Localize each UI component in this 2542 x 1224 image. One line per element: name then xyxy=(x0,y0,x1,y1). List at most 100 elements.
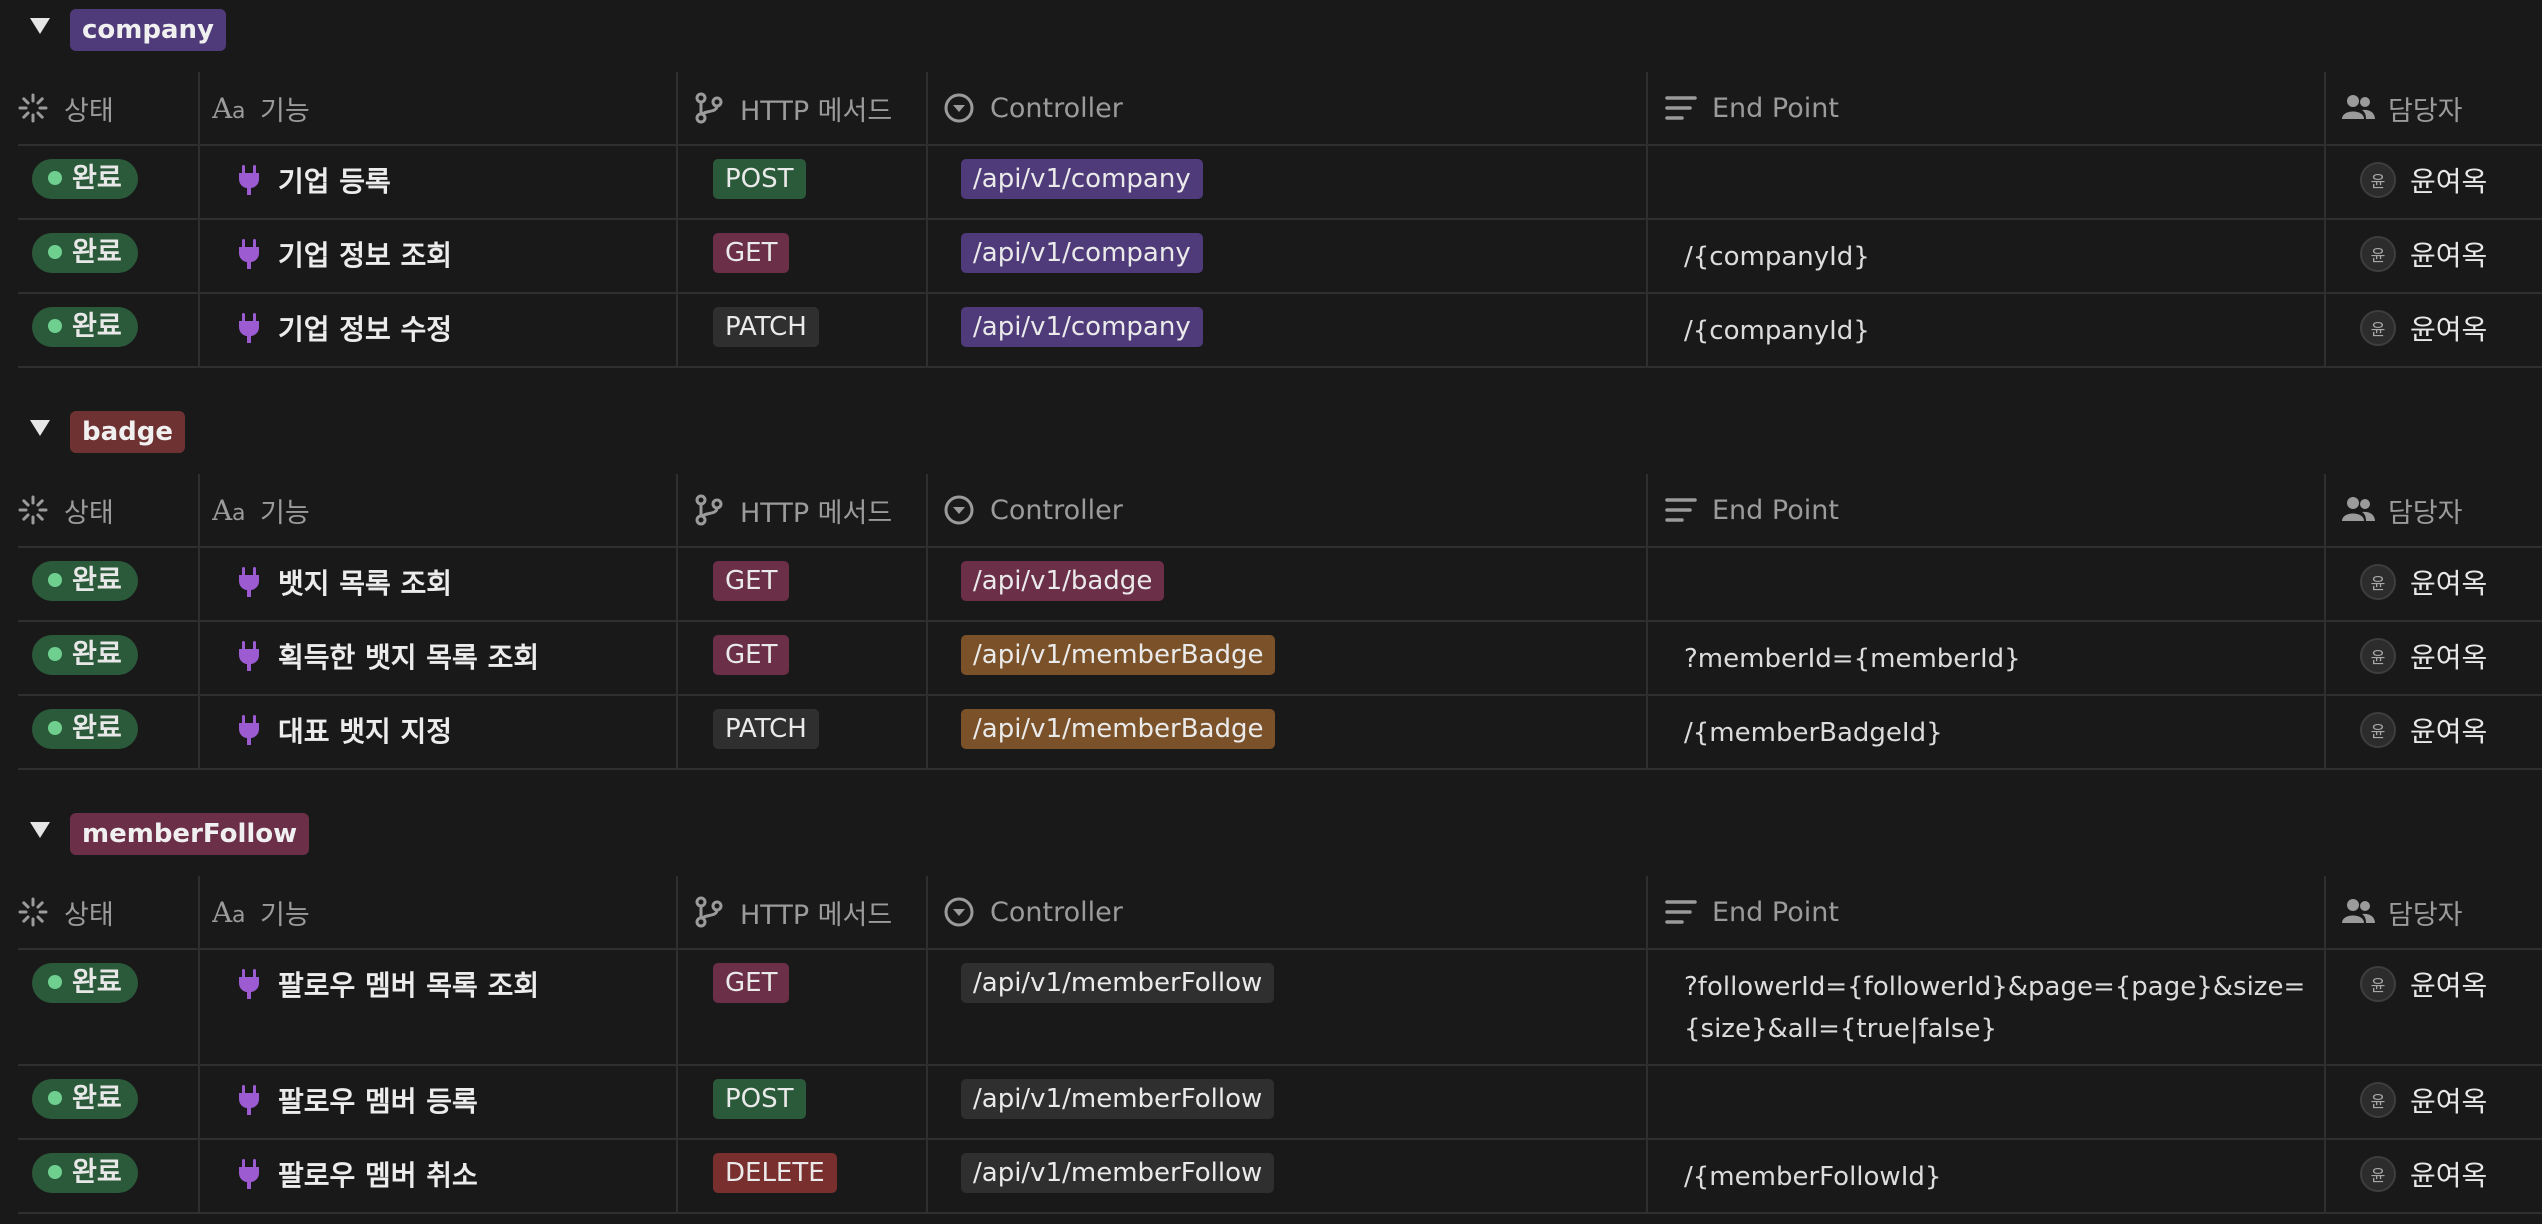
group-tag[interactable]: memberFollow xyxy=(70,813,310,855)
assignee-cell[interactable]: 윤 윤여옥 xyxy=(2360,948,2487,1020)
feature-cell[interactable]: 기업 정보 수정 xyxy=(236,292,452,364)
loading-spinner-icon xyxy=(16,493,50,527)
assignee-cell[interactable]: 윤 윤여옥 xyxy=(2360,1064,2487,1136)
table-row[interactable]: 완료 팔로우 멤버 목록 조회 GET/api/v1/memberFollow ?fo… xyxy=(18,948,2542,1066)
feature-cell[interactable]: 기업 등록 xyxy=(236,144,391,216)
feature-cell[interactable]: 기업 정보 조회 xyxy=(236,218,452,290)
status-badge[interactable]: 완료 xyxy=(32,307,138,347)
table-row[interactable]: 완료 팔로우 멤버 취소 DELETE/api/v1/memberFollow /{m… xyxy=(18,1138,2542,1214)
column-header-feature[interactable]: Aa 기능 xyxy=(211,72,310,144)
column-header-assignee[interactable]: 담당자 xyxy=(2340,474,2463,546)
http-method-tag[interactable]: GET xyxy=(713,561,790,601)
column-header-assignee[interactable]: 담당자 xyxy=(2340,72,2463,144)
table-row[interactable]: 완료 팔로우 멤버 등록 POST/api/v1/memberFollow 윤 윤여옥 xyxy=(18,1064,2542,1140)
column-header-controller[interactable]: Controller xyxy=(942,876,1123,948)
text-aa-icon: Aa xyxy=(211,91,246,125)
endpoint-text[interactable]: /{memberBadgeId} xyxy=(1684,712,2324,754)
table-row[interactable]: 완료 기업 정보 조회 GET/api/v1/company /{companyId}… xyxy=(18,218,2542,294)
controller-tag[interactable]: /api/v1/memberBadge xyxy=(961,635,1276,675)
assignee-cell[interactable]: 윤 윤여옥 xyxy=(2360,1138,2487,1210)
column-header-status[interactable]: 상태 xyxy=(16,876,114,948)
feature-title: 기업 정보 조회 xyxy=(278,239,453,272)
toggle-triangle-icon[interactable] xyxy=(30,420,50,436)
endpoint-text[interactable]: ?memberId={memberId} xyxy=(1684,638,2324,680)
column-header-status[interactable]: 상태 xyxy=(16,72,114,144)
column-header-endpoint[interactable]: End Point xyxy=(1664,72,1839,144)
assignee-name: 윤여옥 xyxy=(2410,715,2488,748)
column-header-feature[interactable]: Aa 기능 xyxy=(211,876,310,948)
controller-tag[interactable]: /api/v1/memberFollow xyxy=(961,963,1275,1003)
column-header-method[interactable]: HTTP 메서드 xyxy=(692,876,892,948)
table-row[interactable]: 완료 기업 등록 POST/api/v1/company 윤 윤여옥 xyxy=(18,144,2542,220)
status-badge[interactable]: 완료 xyxy=(32,561,138,601)
column-header-method[interactable]: HTTP 메서드 xyxy=(692,72,892,144)
status-badge[interactable]: 완료 xyxy=(32,709,138,749)
column-header-label: Controller xyxy=(990,92,1123,124)
status-badge[interactable]: 완료 xyxy=(32,233,138,273)
http-method-tag[interactable]: POST xyxy=(713,1079,806,1119)
controller-tag[interactable]: /api/v1/company xyxy=(961,233,1203,273)
column-divider xyxy=(198,546,200,620)
table-row[interactable]: 완료 획득한 뱃지 목록 조회 GET/api/v1/memberBadge ?mem… xyxy=(18,620,2542,696)
http-method-tag[interactable]: GET xyxy=(713,963,790,1003)
endpoint-text[interactable]: /{companyId} xyxy=(1684,310,2324,352)
endpoint-text[interactable]: /{memberFollowId} xyxy=(1684,1156,2324,1198)
column-header-controller[interactable]: Controller xyxy=(942,474,1123,546)
status-badge[interactable]: 완료 xyxy=(32,635,138,675)
assignee-cell[interactable]: 윤 윤여옥 xyxy=(2360,694,2487,766)
endpoint-text[interactable]: /{companyId} xyxy=(1684,236,2324,278)
column-header-label: 상태 xyxy=(64,899,114,931)
assignee-cell[interactable]: 윤 윤여옥 xyxy=(2360,144,2487,216)
assignee-cell[interactable]: 윤 윤여옥 xyxy=(2360,546,2487,618)
plug-icon xyxy=(236,311,262,345)
group-tag[interactable]: badge xyxy=(70,411,186,453)
http-method-tag[interactable]: DELETE xyxy=(713,1153,837,1193)
controller-tag[interactable]: /api/v1/memberFollow xyxy=(961,1079,1275,1119)
status-label: 완료 xyxy=(72,1083,122,1114)
column-header-row: 상태 Aa 기능 HTTP 메서드 Controller End Point 담당자 xyxy=(18,876,2542,950)
feature-cell[interactable]: 팔로우 멤버 목록 조회 xyxy=(236,948,539,1020)
feature-cell[interactable]: 대표 뱃지 지정 xyxy=(236,694,452,766)
column-header-method[interactable]: HTTP 메서드 xyxy=(692,474,892,546)
table-row[interactable]: 완료 대표 뱃지 지정 PATCH/api/v1/memberBadge /{memb… xyxy=(18,694,2542,770)
status-badge[interactable]: 완료 xyxy=(32,159,138,199)
table-row[interactable]: 완료 뱃지 목록 조회 GET/api/v1/badge 윤 윤여옥 xyxy=(18,546,2542,622)
column-header-assignee[interactable]: 담당자 xyxy=(2340,876,2463,948)
column-header-endpoint[interactable]: End Point xyxy=(1664,474,1839,546)
svg-text:a: a xyxy=(232,99,245,124)
http-method-tag[interactable]: POST xyxy=(713,159,806,199)
feature-cell[interactable]: 팔로우 멤버 등록 xyxy=(236,1064,478,1136)
svg-text:a: a xyxy=(232,501,245,526)
assignee-cell[interactable]: 윤 윤여옥 xyxy=(2360,620,2487,692)
column-divider xyxy=(926,948,928,1064)
column-header-status[interactable]: 상태 xyxy=(16,474,114,546)
controller-tag[interactable]: /api/v1/memberFollow xyxy=(961,1153,1275,1193)
group-tag[interactable]: company xyxy=(70,9,226,51)
toggle-triangle-icon[interactable] xyxy=(30,18,50,34)
http-method-tag[interactable]: GET xyxy=(713,233,790,273)
http-method-tag[interactable]: GET xyxy=(713,635,790,675)
http-method-tag[interactable]: PATCH xyxy=(713,307,819,347)
column-header-endpoint[interactable]: End Point xyxy=(1664,876,1839,948)
controller-tag[interactable]: /api/v1/memberBadge xyxy=(961,709,1276,749)
assignee-cell[interactable]: 윤 윤여옥 xyxy=(2360,218,2487,290)
http-method-tag[interactable]: PATCH xyxy=(713,709,819,749)
assignee-cell[interactable]: 윤 윤여옥 xyxy=(2360,292,2487,364)
controller-tag[interactable]: /api/v1/company xyxy=(961,159,1203,199)
status-badge[interactable]: 완료 xyxy=(32,963,138,1003)
toggle-triangle-icon[interactable] xyxy=(30,822,50,838)
text-aa-icon: Aa xyxy=(211,493,246,527)
feature-cell[interactable]: 뱃지 목록 조회 xyxy=(236,546,452,618)
controller-tag[interactable]: /api/v1/badge xyxy=(961,561,1165,601)
status-badge[interactable]: 완료 xyxy=(32,1153,138,1193)
endpoint-text[interactable]: ?followerId={followerId}&page={page}&siz… xyxy=(1684,966,2324,1050)
feature-cell[interactable]: 획득한 뱃지 목록 조회 xyxy=(236,620,539,692)
text-lines-icon xyxy=(1664,91,1698,125)
column-header-feature[interactable]: Aa 기능 xyxy=(211,474,310,546)
status-badge[interactable]: 완료 xyxy=(32,1079,138,1119)
controller-tag[interactable]: /api/v1/company xyxy=(961,307,1203,347)
column-header-label: 담당자 xyxy=(2388,899,2463,931)
table-row[interactable]: 완료 기업 정보 수정 PATCH/api/v1/company /{companyI… xyxy=(18,292,2542,368)
column-header-controller[interactable]: Controller xyxy=(942,72,1123,144)
feature-cell[interactable]: 팔로우 멤버 취소 xyxy=(236,1138,478,1210)
